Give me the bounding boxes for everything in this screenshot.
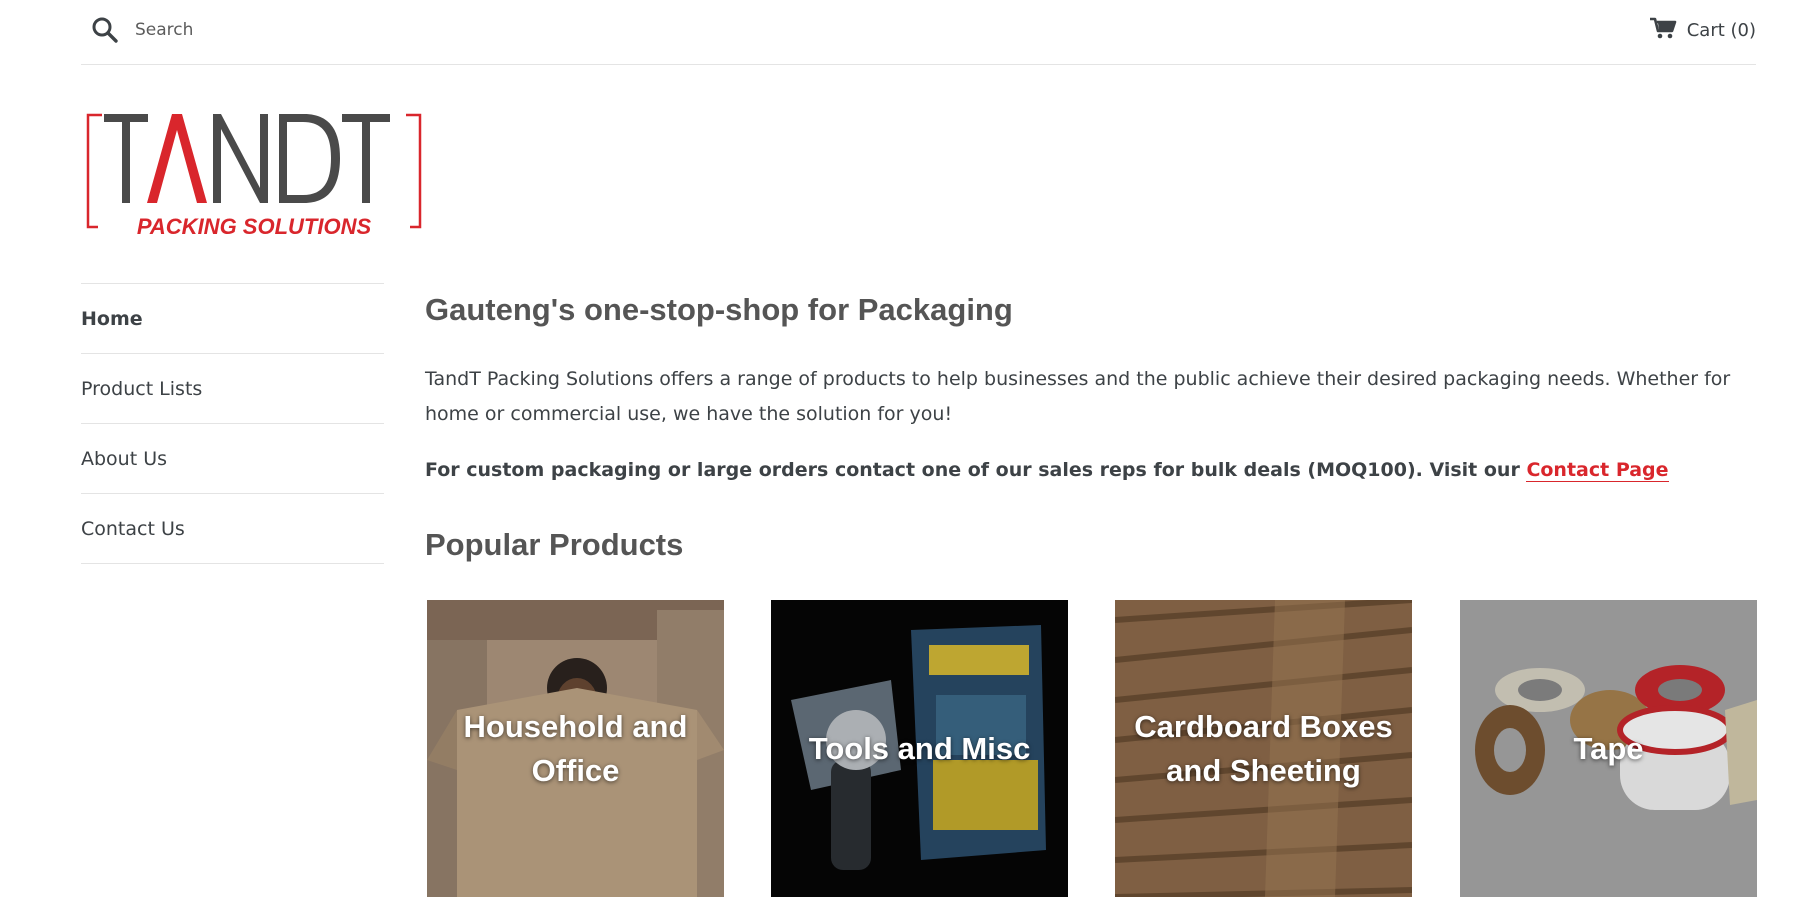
product-label: Tools and Misc [808, 730, 1031, 766]
product-card-tools[interactable]: Tools and Misc [771, 600, 1068, 897]
section-title-popular-products: Popular Products [425, 527, 684, 562]
custom-orders-text: For custom packaging or large orders con… [425, 453, 1756, 488]
sidebar-item-product-lists[interactable]: Product Lists [81, 354, 384, 424]
search-input[interactable] [135, 14, 535, 46]
sidebar-item-home[interactable]: Home [81, 284, 384, 354]
contact-page-link[interactable]: Contact Page [1526, 459, 1669, 482]
main-content: Gauteng's one-stop-shop for Packaging Ta… [425, 283, 1756, 568]
page-title: Gauteng's one-stop-shop for Packaging [425, 292, 1013, 327]
product-label: Cardboard Boxes and Sheeting [1134, 708, 1393, 788]
sidebar-item-about-us[interactable]: About Us [81, 424, 384, 494]
product-card-tape[interactable]: Tape [1460, 600, 1757, 897]
product-label: Tape [1573, 730, 1644, 766]
top-bar: Cart (0) [81, 0, 1756, 65]
cart-label: Cart (0) [1686, 20, 1756, 41]
search-icon[interactable] [90, 15, 120, 45]
custom-orders-copy: For custom packaging or large orders con… [425, 459, 1527, 481]
sidebar-nav: Home Product Lists About Us Contact Us [81, 283, 384, 564]
intro-text: TandT Packing Solutions offers a range o… [425, 368, 1731, 425]
cart-icon [1649, 16, 1677, 45]
product-card-cardboard[interactable]: Cardboard Boxes and Sheeting [1115, 600, 1412, 897]
product-grid: Household and Office Tools and Misc Card… [427, 600, 1757, 900]
product-card-household[interactable]: Household and Office [427, 600, 724, 897]
site-logo[interactable]: PACKING SOLUTIONS [84, 110, 424, 242]
sidebar-item-contact-us[interactable]: Contact Us [81, 494, 384, 564]
logo-tagline: PACKING SOLUTIONS [137, 214, 372, 239]
product-label: Household and Office [463, 708, 688, 788]
cart-link[interactable]: Cart (0) [1649, 16, 1756, 45]
